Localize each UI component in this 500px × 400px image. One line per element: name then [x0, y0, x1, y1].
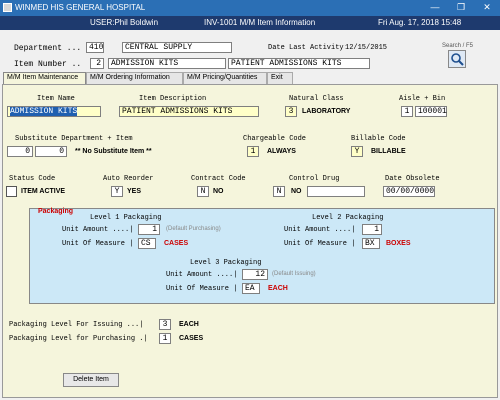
purchasing-level-text: CASES	[179, 335, 204, 342]
app-icon	[3, 3, 12, 12]
bin-field[interactable]: 100001	[415, 106, 447, 117]
item-header: Department ... 410 CENTRAL SUPPLY Date L…	[0, 30, 500, 72]
chargeable-code-label: Chargeable Code	[243, 135, 307, 143]
minimize-button[interactable]: —	[422, 0, 448, 16]
screen-label: INV-1001 M/M Item Information	[204, 18, 316, 27]
level2-uom-text: BOXES	[386, 240, 411, 247]
item-description-field[interactable]: PATIENT ADMISSIONS KITS	[119, 106, 259, 117]
level1-title: Level 1 Packaging	[90, 214, 162, 222]
item-long-name-field: PATIENT ADMISSIONS KITS	[228, 58, 370, 69]
level3-uom-label: Unit Of Measure |	[166, 285, 238, 293]
aisle-field[interactable]: 1	[401, 106, 413, 117]
level1-unit-amount-field[interactable]: 1	[138, 224, 160, 235]
level1-hint: (Default Purchasing)	[166, 226, 221, 232]
billable-code-field[interactable]: Y	[351, 146, 363, 157]
contract-code-field[interactable]: N	[197, 186, 209, 197]
contract-text: NO	[213, 188, 224, 195]
tab-exit[interactable]: Exit	[267, 72, 293, 84]
natural-class-text: LABORATORY	[302, 108, 351, 115]
datetime-label: Fri Aug. 17, 2018 15:48	[378, 18, 462, 27]
level1-unit-amount-label: Unit Amount ....|	[62, 226, 134, 234]
level3-unit-amount-field[interactable]: 12	[242, 269, 268, 280]
control-drug-text: NO	[291, 188, 302, 195]
date-obsolete-label: Date Obsolete	[385, 175, 440, 183]
substitute-text: ** No Substitute Item **	[75, 148, 152, 155]
auto-reorder-field[interactable]: Y	[111, 186, 123, 197]
magnifier-icon	[451, 53, 464, 66]
level3-uom-field[interactable]: EA	[242, 283, 260, 294]
department-label: Department ...	[14, 44, 82, 53]
purchasing-level-label: Packaging Level for Purchasing .|	[9, 335, 148, 343]
auto-reorder-text: YES	[127, 188, 142, 195]
status-code-label: Status Code	[9, 175, 56, 183]
auto-reorder-label: Auto Reorder	[103, 175, 154, 183]
item-name-label: Item Name	[37, 95, 75, 103]
status-text: ITEM ACTIVE	[21, 188, 66, 195]
title-bar: WINMED HIS GENERAL HOSPITAL — ❐ ✕	[0, 0, 500, 16]
billable-text: BILLABLE	[371, 148, 406, 155]
tab-item-maintenance[interactable]: M/M Item Maintenance	[3, 72, 86, 84]
natural-class-label: Natural Class	[289, 95, 344, 103]
level2-uom-label: Unit Of Measure |	[284, 240, 356, 248]
level2-unit-amount-label: Unit Amount ....|	[284, 226, 356, 234]
date-last-activity-label: Date Last Activity	[268, 44, 344, 52]
level3-title: Level 3 Packaging	[190, 259, 262, 267]
search-button[interactable]	[448, 50, 466, 68]
issuing-level-label: Packaging Level For Issuing ...|	[9, 321, 144, 329]
close-button[interactable]: ✕	[474, 0, 500, 16]
issuing-level-text: EACH	[179, 321, 199, 328]
chargeable-code-field[interactable]: 1	[247, 146, 259, 157]
substitute-dept-field[interactable]: 0	[7, 146, 33, 157]
packaging-panel: Packaging Level 1 Packaging Unit Amount …	[29, 208, 495, 304]
level3-uom-text: EACH	[268, 285, 288, 292]
status-checkbox[interactable]	[6, 186, 17, 197]
tab-ordering-information[interactable]: M/M Ordering Information	[86, 72, 183, 84]
level1-uom-text: CASES	[164, 240, 189, 247]
aisle-bin-label: Aisle + Bin	[399, 95, 446, 103]
date-last-activity-value: 12/15/2015	[345, 44, 388, 52]
level3-unit-amount-label: Unit Amount ....|	[166, 271, 238, 279]
delete-item-button[interactable]: Delete Item	[63, 373, 119, 387]
department-code-field[interactable]: 410	[86, 42, 104, 53]
tab-pricing-quantities[interactable]: M/M Pricing/Quantities	[183, 72, 267, 84]
item-short-name-field: ADMISSION KITS	[108, 58, 226, 69]
chargeable-text: ALWAYS	[267, 148, 296, 155]
substitute-item-field[interactable]: 0	[35, 146, 67, 157]
window-title: WINMED HIS GENERAL HOSPITAL	[15, 3, 146, 12]
department-name-field: CENTRAL SUPPLY	[122, 42, 232, 53]
substitute-label: Substitute Department + Item	[15, 135, 133, 143]
control-drug-detail-field[interactable]	[307, 186, 365, 197]
user-label: USER:Phil Boldwin	[90, 18, 159, 27]
tab-bar: M/M Item Maintenance M/M Ordering Inform…	[0, 72, 500, 84]
search-label: Search / F5	[442, 43, 474, 49]
level1-uom-field[interactable]: CS	[138, 238, 156, 249]
item-name-field[interactable]: ADMISSION KITS	[7, 106, 101, 117]
item-name-selected-text: ADMISSION KITS	[10, 107, 78, 116]
item-number-field[interactable]: 2	[90, 58, 104, 69]
natural-class-field[interactable]: 3	[285, 106, 297, 117]
control-drug-field[interactable]: N	[273, 186, 285, 197]
item-maintenance-panel: Item Name ADMISSION KITS Item Descriptio…	[2, 84, 498, 398]
contract-code-label: Contract Code	[191, 175, 246, 183]
date-obsolete-field[interactable]: 00/00/0000	[383, 186, 435, 197]
info-bar: USER:Phil Boldwin INV-1001 M/M Item Info…	[0, 16, 500, 30]
billable-code-label: Billable Code	[351, 135, 406, 143]
item-description-label: Item Description	[139, 95, 207, 103]
level1-uom-label: Unit Of Measure |	[62, 240, 134, 248]
level2-unit-amount-field[interactable]: 1	[362, 224, 382, 235]
control-drug-label: Control Drug	[289, 175, 340, 183]
level2-uom-field[interactable]: BX	[362, 238, 380, 249]
level2-title: Level 2 Packaging	[312, 214, 384, 222]
packaging-title: Packaging	[38, 208, 74, 215]
item-number-label: Item Number ..	[14, 60, 82, 69]
purchasing-level-field[interactable]: 1	[159, 333, 171, 344]
maximize-button[interactable]: ❐	[448, 0, 474, 16]
level3-hint: (Default Issuing)	[272, 271, 316, 277]
issuing-level-field[interactable]: 3	[159, 319, 171, 330]
